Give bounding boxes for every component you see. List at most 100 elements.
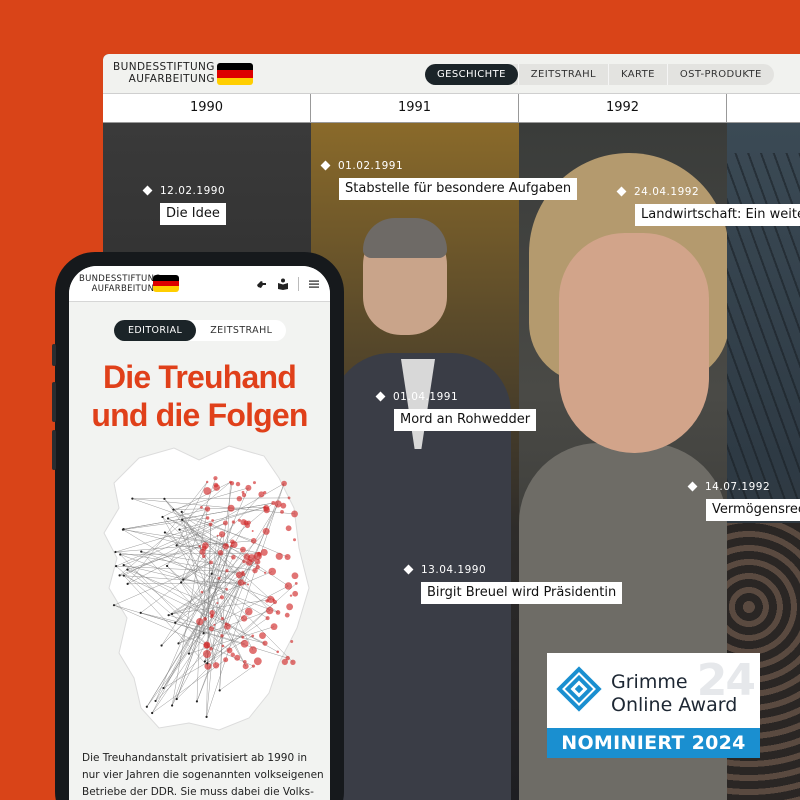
event-title[interactable]: Mord an Rohwedder [394,409,537,431]
location-dot [260,548,268,556]
menu-icon[interactable] [308,278,320,290]
event-title[interactable]: Vermögensrec [706,499,800,521]
intro-line: Die Treuhandanstalt privatisiert ab 1990… [82,752,308,764]
location-dot [223,657,229,663]
location-dot [241,490,245,494]
location-dot [217,549,224,556]
location-dot [229,481,235,486]
location-dot [255,564,260,570]
location-dot [209,609,215,616]
grimme-logo-icon [556,666,602,712]
location-dot [204,506,211,512]
location-dot [264,571,267,574]
location-dot [196,617,204,626]
location-dot [276,650,280,654]
nav-geschichte[interactable]: GESCHICHTE [425,64,518,85]
mobile-site-logo[interactable]: BUNDESSTIFTUNG AUFARBEITUNG [79,274,161,294]
year-1991[interactable]: 1991 [311,94,519,123]
event-title[interactable]: Stabstelle für besondere Aufgaben [339,178,578,200]
phone-side-button [52,382,56,422]
location-dot [247,583,250,586]
germany-network-map[interactable] [79,438,324,738]
location-dot [212,662,220,669]
event-title[interactable]: Birgit Breuel wird Präsidentin [421,582,623,604]
intro-paragraph: Die Treuhandanstalt privatisiert ab 1990… [82,750,324,800]
location-dot [112,604,116,607]
location-dot [131,497,134,500]
site-logo[interactable]: BUNDESSTIFTUNG AUFARBEITUNG [113,61,215,85]
location-dot [274,500,282,508]
location-dot [205,715,208,718]
location-dot [202,649,211,658]
year-1992[interactable]: 1992 [519,94,727,123]
location-dot [290,639,294,643]
location-dot [284,553,291,560]
location-dot [177,642,180,645]
location-dot [206,662,209,665]
nav-ost-produkte[interactable]: OST-PRODUKTE [666,64,774,85]
location-dot [218,689,221,692]
location-dot [181,518,184,521]
easy-language-icon[interactable] [277,278,289,290]
location-dot [240,639,249,648]
mobile-screen: BUNDESSTIFTUNG AUFARBEITUNG EDITORIAL ZE… [69,266,330,800]
nav-karte[interactable]: KARTE [607,64,667,85]
event-date: 01.02.1991 [320,160,403,172]
location-dot [237,579,245,586]
location-dot [139,611,142,614]
location-dot [245,558,253,566]
year-next[interactable] [727,94,800,123]
brand-line-2: AUFARBEITUNG [91,284,162,294]
location-dot [119,553,122,556]
location-dot [285,655,290,661]
location-dot [216,534,219,537]
location-dot [291,510,298,518]
location-dot [227,504,235,512]
german-flag-icon [217,63,253,85]
location-dot [211,519,215,522]
brand-line-1: BUNDESSTIFTUNG [113,61,215,73]
sign-language-icon[interactable] [256,278,268,290]
nav-zeitstrahl[interactable]: ZEITSTRAHL [517,64,608,85]
location-dot [280,509,284,514]
location-dot [200,505,203,509]
event-date: 14.07.1992 [687,481,770,493]
location-dot [213,623,216,626]
event-title[interactable]: Die Idee [160,203,226,225]
main-navigation: GESCHICHTE ZEITSTRAHL KARTE OST-PRODUKTE [425,64,774,85]
location-dot [174,621,177,624]
tab-zeitstrahl[interactable]: ZEITSTRAHL [196,320,286,341]
phone-side-button [52,344,56,366]
location-dot [140,550,143,553]
mobile-tabs: EDITORIAL ZEITSTRAHL [114,320,287,341]
location-dot [265,616,270,621]
award-nomination-banner: NOMINIERT 2024 [547,728,760,758]
location-dot [251,664,256,668]
location-dot [270,623,278,631]
event-title[interactable]: Landwirtschaft: Ein weite [635,204,800,226]
location-dot [251,530,254,533]
mobile-header-icons [256,277,320,291]
location-dot [231,520,236,524]
location-dot [285,525,292,532]
location-dot [201,554,206,559]
location-dot [252,481,256,485]
location-dot [234,654,241,661]
location-dot [209,560,213,565]
location-dot [154,699,157,703]
tab-editorial[interactable]: EDITORIAL [114,320,197,341]
location-dot [240,615,248,622]
location-dot [224,622,228,625]
year-1990[interactable]: 1990 [103,94,311,123]
location-dot [284,582,293,590]
location-dot [236,496,243,502]
location-dot [291,572,299,580]
location-dot [151,711,154,715]
location-dot [118,574,121,577]
location-dot [281,480,287,487]
location-dot [172,508,175,511]
location-dot [290,659,296,665]
location-dot [235,481,241,487]
location-dot [222,520,228,526]
location-dot [243,659,247,664]
